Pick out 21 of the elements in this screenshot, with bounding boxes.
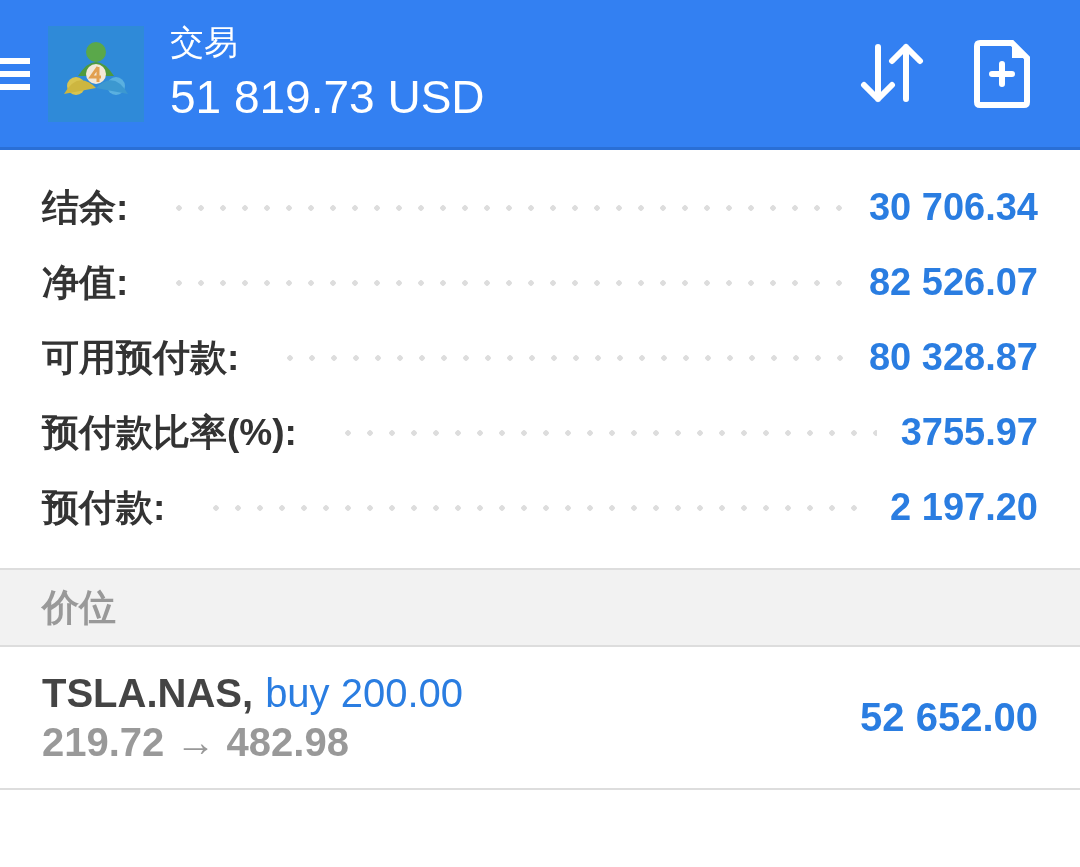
field-label: 可用预付款: xyxy=(42,335,240,380)
new-order-button[interactable] xyxy=(974,39,1030,108)
new-document-icon xyxy=(974,39,1030,108)
account-balance: 51 819.73 USD xyxy=(170,69,486,125)
field-value: 30 706.34 xyxy=(868,186,1038,229)
field-label: 预付款: xyxy=(42,485,166,530)
screen-title: 交易 xyxy=(170,21,239,62)
app-logo-icon xyxy=(48,25,144,122)
price-change: 219.72 → 482.98 xyxy=(42,719,350,765)
field-label: 预付款比率(%): xyxy=(42,410,297,455)
section-title: 价位 xyxy=(42,585,116,630)
position-row[interactable]: TSLA.NAS, buy 200.00 219.72 → 482.98 52 652.00 xyxy=(0,647,1080,790)
field-value: 2 197.20 xyxy=(890,486,1038,529)
field-value: 82 526.07 xyxy=(868,261,1038,304)
order-label: buy 200.00 xyxy=(265,670,464,716)
symbol-label: TSLA.NAS, xyxy=(42,670,254,716)
profit-value: 52 652.00 xyxy=(860,695,1038,740)
field-label: 结余: xyxy=(42,185,129,230)
field-label: 净值: xyxy=(42,260,129,305)
field-value: 3755.97 xyxy=(900,411,1038,454)
field-value: 80 328.87 xyxy=(868,336,1038,379)
